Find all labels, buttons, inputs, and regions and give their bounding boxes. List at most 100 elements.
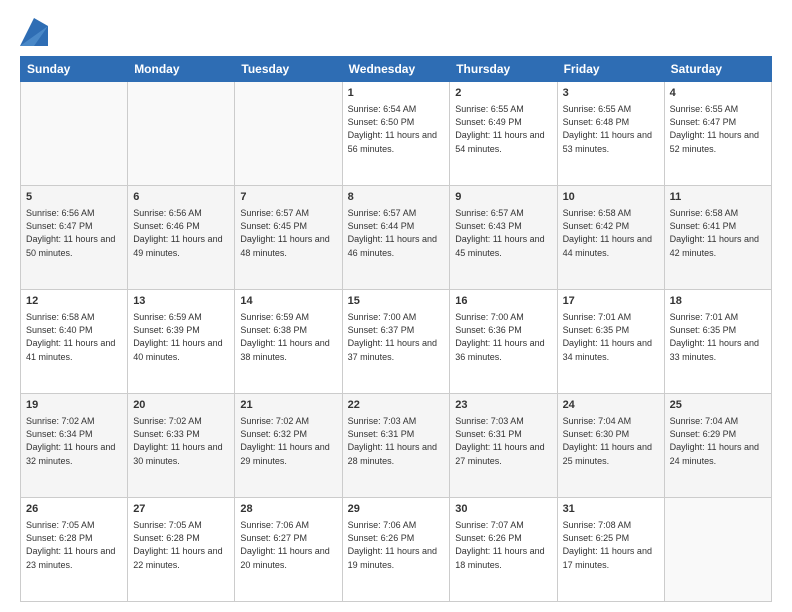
calendar-cell [21, 82, 128, 186]
calendar-cell: 14 Sunrise: 6:59 AM Sunset: 6:38 PM Dayli… [235, 290, 342, 394]
day-number: 17 [563, 294, 659, 309]
day-info: Sunrise: 7:05 AM Sunset: 6:28 PM Dayligh… [133, 519, 229, 571]
calendar-cell: 21 Sunrise: 7:02 AM Sunset: 6:32 PM Dayli… [235, 394, 342, 498]
day-number: 18 [670, 294, 766, 309]
calendar-cell: 26 Sunrise: 7:05 AM Sunset: 6:28 PM Dayli… [21, 498, 128, 602]
day-info: Sunrise: 7:08 AM Sunset: 6:25 PM Dayligh… [563, 519, 659, 571]
day-number: 25 [670, 398, 766, 413]
calendar-cell: 15 Sunrise: 7:00 AM Sunset: 6:37 PM Dayli… [342, 290, 450, 394]
week-row-4: 19 Sunrise: 7:02 AM Sunset: 6:34 PM Dayli… [21, 394, 772, 498]
calendar-cell: 9 Sunrise: 6:57 AM Sunset: 6:43 PM Daylig… [450, 186, 557, 290]
calendar-cell: 20 Sunrise: 7:02 AM Sunset: 6:33 PM Dayli… [128, 394, 235, 498]
day-number: 22 [348, 398, 445, 413]
calendar-cell: 30 Sunrise: 7:07 AM Sunset: 6:26 PM Dayli… [450, 498, 557, 602]
day-number: 24 [563, 398, 659, 413]
week-row-2: 5 Sunrise: 6:56 AM Sunset: 6:47 PM Daylig… [21, 186, 772, 290]
weekday-header-saturday: Saturday [664, 57, 771, 82]
calendar-cell: 13 Sunrise: 6:59 AM Sunset: 6:39 PM Dayli… [128, 290, 235, 394]
day-info: Sunrise: 6:54 AM Sunset: 6:50 PM Dayligh… [348, 103, 445, 155]
day-info: Sunrise: 7:03 AM Sunset: 6:31 PM Dayligh… [348, 415, 445, 467]
week-row-1: 1 Sunrise: 6:54 AM Sunset: 6:50 PM Daylig… [21, 82, 772, 186]
day-number: 28 [240, 502, 336, 517]
day-number: 14 [240, 294, 336, 309]
calendar-cell: 24 Sunrise: 7:04 AM Sunset: 6:30 PM Dayli… [557, 394, 664, 498]
day-info: Sunrise: 6:55 AM Sunset: 6:49 PM Dayligh… [455, 103, 551, 155]
day-info: Sunrise: 6:57 AM Sunset: 6:45 PM Dayligh… [240, 207, 336, 259]
calendar-cell: 22 Sunrise: 7:03 AM Sunset: 6:31 PM Dayli… [342, 394, 450, 498]
calendar-cell: 3 Sunrise: 6:55 AM Sunset: 6:48 PM Daylig… [557, 82, 664, 186]
day-info: Sunrise: 7:02 AM Sunset: 6:33 PM Dayligh… [133, 415, 229, 467]
day-number: 2 [455, 86, 551, 101]
day-number: 1 [348, 86, 445, 101]
day-info: Sunrise: 7:06 AM Sunset: 6:27 PM Dayligh… [240, 519, 336, 571]
calendar-cell [235, 82, 342, 186]
calendar-cell: 6Sunrise: 6:56 AM Sunset: 6:46 PM Daylig… [128, 186, 235, 290]
day-number: 29 [348, 502, 445, 517]
day-number: 13 [133, 294, 229, 309]
logo-icon [20, 18, 48, 46]
day-info: Sunrise: 7:00 AM Sunset: 6:37 PM Dayligh… [348, 311, 445, 363]
calendar-cell: 12 Sunrise: 6:58 AM Sunset: 6:40 PM Dayli… [21, 290, 128, 394]
day-info: Sunrise: 6:58 AM Sunset: 6:40 PM Dayligh… [26, 311, 122, 363]
day-info: Sunrise: 7:04 AM Sunset: 6:30 PM Dayligh… [563, 415, 659, 467]
day-info: Sunrise: 7:07 AM Sunset: 6:26 PM Dayligh… [455, 519, 551, 571]
day-info: Sunrise: 6:55 AM Sunset: 6:48 PM Dayligh… [563, 103, 659, 155]
day-info: Sunrise: 6:57 AM Sunset: 6:43 PM Dayligh… [455, 207, 551, 259]
day-info: Sunrise: 6:55 AM Sunset: 6:47 PM Dayligh… [670, 103, 766, 155]
calendar-cell: 16 Sunrise: 7:00 AM Sunset: 6:36 PM Dayli… [450, 290, 557, 394]
day-info: Sunrise: 7:04 AM Sunset: 6:29 PM Dayligh… [670, 415, 766, 467]
day-number: 6 [133, 190, 229, 205]
page: SundayMondayTuesdayWednesdayThursdayFrid… [0, 0, 792, 612]
calendar-cell: 29Sunrise: 7:06 AM Sunset: 6:26 PM Dayli… [342, 498, 450, 602]
calendar-cell [664, 498, 771, 602]
day-number: 5 [26, 190, 122, 205]
calendar-cell: 11Sunrise: 6:58 AM Sunset: 6:41 PM Dayli… [664, 186, 771, 290]
day-number: 26 [26, 502, 122, 517]
day-info: Sunrise: 7:00 AM Sunset: 6:36 PM Dayligh… [455, 311, 551, 363]
day-info: Sunrise: 6:58 AM Sunset: 6:42 PM Dayligh… [563, 207, 659, 259]
day-number: 19 [26, 398, 122, 413]
logo [20, 16, 52, 46]
weekday-header-sunday: Sunday [21, 57, 128, 82]
day-info: Sunrise: 7:05 AM Sunset: 6:28 PM Dayligh… [26, 519, 122, 571]
calendar: SundayMondayTuesdayWednesdayThursdayFrid… [20, 56, 772, 602]
day-info: Sunrise: 6:57 AM Sunset: 6:44 PM Dayligh… [348, 207, 445, 259]
day-number: 15 [348, 294, 445, 309]
weekday-header-row: SundayMondayTuesdayWednesdayThursdayFrid… [21, 57, 772, 82]
day-number: 30 [455, 502, 551, 517]
day-number: 21 [240, 398, 336, 413]
calendar-cell: 27 Sunrise: 7:05 AM Sunset: 6:28 PM Dayli… [128, 498, 235, 602]
calendar-cell: 25 Sunrise: 7:04 AM Sunset: 6:29 PM Dayli… [664, 394, 771, 498]
day-number: 31 [563, 502, 659, 517]
header [20, 16, 772, 46]
weekday-header-wednesday: Wednesday [342, 57, 450, 82]
day-info: Sunrise: 7:02 AM Sunset: 6:32 PM Dayligh… [240, 415, 336, 467]
calendar-cell: 18 Sunrise: 7:01 AM Sunset: 6:35 PM Dayli… [664, 290, 771, 394]
day-number: 4 [670, 86, 766, 101]
day-info: Sunrise: 7:01 AM Sunset: 6:35 PM Dayligh… [670, 311, 766, 363]
day-number: 12 [26, 294, 122, 309]
calendar-cell: 1 Sunrise: 6:54 AM Sunset: 6:50 PM Daylig… [342, 82, 450, 186]
calendar-cell: 28 Sunrise: 7:06 AM Sunset: 6:27 PM Dayli… [235, 498, 342, 602]
calendar-cell: 7Sunrise: 6:57 AM Sunset: 6:45 PM Daylig… [235, 186, 342, 290]
day-info: Sunrise: 6:59 AM Sunset: 6:39 PM Dayligh… [133, 311, 229, 363]
day-info: Sunrise: 6:58 AM Sunset: 6:41 PM Dayligh… [670, 207, 766, 259]
calendar-cell: 17Sunrise: 7:01 AM Sunset: 6:35 PM Dayli… [557, 290, 664, 394]
calendar-cell: 4 Sunrise: 6:55 AM Sunset: 6:47 PM Daylig… [664, 82, 771, 186]
calendar-cell: 5 Sunrise: 6:56 AM Sunset: 6:47 PM Daylig… [21, 186, 128, 290]
day-number: 9 [455, 190, 551, 205]
day-number: 10 [563, 190, 659, 205]
day-number: 3 [563, 86, 659, 101]
day-number: 20 [133, 398, 229, 413]
day-number: 16 [455, 294, 551, 309]
day-info: Sunrise: 6:59 AM Sunset: 6:38 PM Dayligh… [240, 311, 336, 363]
calendar-cell: 10 Sunrise: 6:58 AM Sunset: 6:42 PM Dayli… [557, 186, 664, 290]
day-info: Sunrise: 7:03 AM Sunset: 6:31 PM Dayligh… [455, 415, 551, 467]
day-number: 27 [133, 502, 229, 517]
day-info: Sunrise: 7:02 AM Sunset: 6:34 PM Dayligh… [26, 415, 122, 467]
week-row-3: 12 Sunrise: 6:58 AM Sunset: 6:40 PM Dayli… [21, 290, 772, 394]
day-info: Sunrise: 6:56 AM Sunset: 6:47 PM Dayligh… [26, 207, 122, 259]
week-row-5: 26 Sunrise: 7:05 AM Sunset: 6:28 PM Dayli… [21, 498, 772, 602]
calendar-cell: 2 Sunrise: 6:55 AM Sunset: 6:49 PM Daylig… [450, 82, 557, 186]
weekday-header-tuesday: Tuesday [235, 57, 342, 82]
